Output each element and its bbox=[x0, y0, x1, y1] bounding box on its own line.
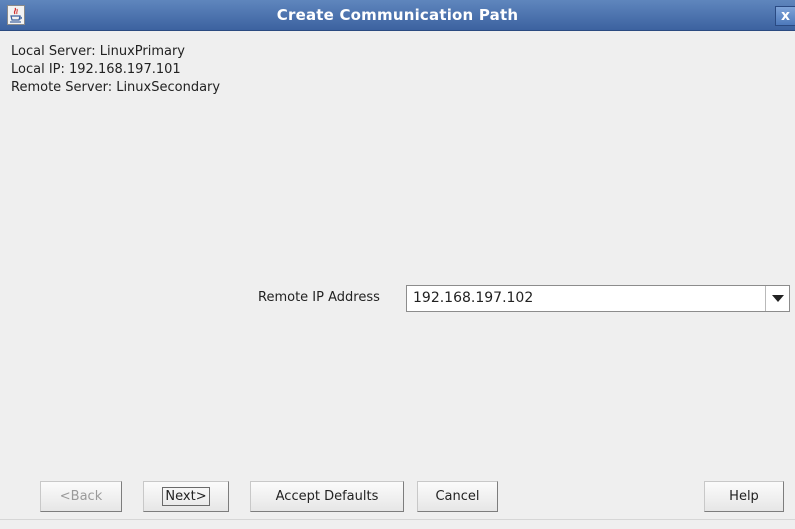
back-button[interactable]: <Back bbox=[40, 481, 122, 512]
close-button[interactable]: x bbox=[775, 6, 795, 26]
remote-ip-combobox[interactable]: 192.168.197.102 bbox=[406, 285, 790, 312]
remote-server-text: Remote Server: LinuxSecondary bbox=[11, 80, 221, 95]
cancel-button[interactable]: Cancel bbox=[417, 481, 498, 512]
chevron-down-icon bbox=[772, 295, 784, 302]
close-icon: x bbox=[780, 8, 791, 24]
next-button[interactable]: Next> bbox=[143, 481, 229, 512]
local-ip-text: Local IP: 192.168.197.101 bbox=[11, 62, 181, 77]
local-server-text: Local Server: LinuxPrimary bbox=[11, 44, 186, 59]
title-bar[interactable]: Create Communication Path x bbox=[0, 0, 795, 31]
accept-defaults-button[interactable]: Accept Defaults bbox=[250, 481, 404, 512]
remote-ip-label: Remote IP Address bbox=[258, 290, 380, 305]
dropdown-button[interactable] bbox=[765, 286, 789, 311]
dialog-window: Create Communication Path x Local Server… bbox=[0, 0, 795, 529]
server-info: Local Server: LinuxPrimary Local IP: 192… bbox=[11, 43, 220, 97]
help-button[interactable]: Help bbox=[704, 481, 784, 512]
next-button-label: Next> bbox=[162, 487, 210, 506]
remote-ip-value[interactable]: 192.168.197.102 bbox=[413, 286, 533, 311]
bottom-divider bbox=[0, 519, 795, 520]
window-title: Create Communication Path bbox=[276, 6, 519, 24]
